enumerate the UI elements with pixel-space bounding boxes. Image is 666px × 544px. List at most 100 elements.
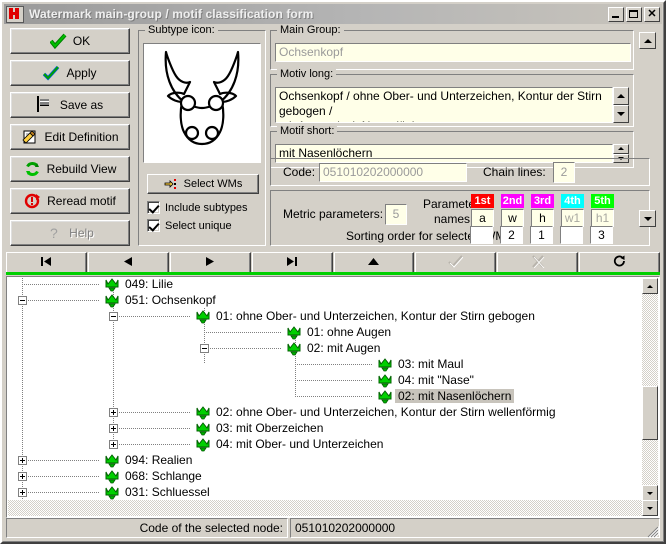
sort-order-3[interactable]: 1 — [530, 226, 553, 244]
sort-order-1[interactable] — [470, 226, 493, 244]
select-wms-button[interactable]: Select WMs — [147, 174, 259, 194]
watermark-crown-icon — [104, 452, 120, 468]
motiv-long-line-1: Ochsenkopf / ohne Ober- und Unterzeichen… — [279, 89, 602, 118]
scroll-up-button[interactable] — [642, 278, 658, 294]
motiv-long-scroll-down-button[interactable] — [613, 105, 629, 123]
apply-button[interactable]: Apply — [10, 60, 130, 86]
tree-node-label: 049: Lilie — [125, 278, 174, 291]
tree-node[interactable]: 068: Schlange — [104, 468, 205, 484]
title-bar: Watermark main-group / motif classificat… — [4, 4, 662, 24]
tree-node[interactable]: 04: mit "Nase" — [377, 372, 477, 388]
tree-node[interactable]: 031: Schluessel — [104, 484, 213, 500]
scroll-thumb[interactable] — [642, 386, 658, 440]
tree-expander-expand[interactable] — [18, 456, 27, 465]
chain-lines-input[interactable]: 2 — [553, 162, 575, 183]
select-unique-label: Select unique — [165, 219, 232, 232]
move-up-button[interactable] — [333, 252, 415, 274]
form-scroll-up-button[interactable] — [639, 32, 656, 49]
motiv-long-scroll-spinner[interactable] — [613, 87, 629, 123]
tree-node-label: 051: Ochsenkopf — [125, 293, 216, 307]
motif-short-up-button[interactable] — [613, 144, 629, 154]
scroll-down-button[interactable] — [642, 485, 658, 501]
tree-vertical-scrollbar[interactable] — [642, 278, 658, 501]
metric-parameters-input[interactable]: 5 — [385, 204, 407, 225]
tree-node-label: 02: mit Nasenlöchern — [395, 389, 515, 403]
watermark-crown-icon — [104, 278, 120, 292]
include-subtypes-label: Include subtypes — [165, 201, 248, 214]
motiv-long-line-2: mit Augen / mit Nasenlöchern — [279, 119, 609, 122]
resize-grip[interactable] — [646, 524, 660, 538]
param-name-4[interactable]: w1 — [561, 209, 584, 227]
tree-node[interactable]: 03: mit Oberzeichen — [195, 420, 326, 436]
edit-definition-button[interactable]: Edit Definition — [10, 124, 130, 150]
next-record-button[interactable] — [169, 252, 251, 274]
param-name-1[interactable]: a — [471, 209, 494, 227]
param-name-5[interactable]: h1 — [591, 209, 614, 227]
motif-short-caption: Motif short: — [277, 125, 338, 137]
code-input[interactable]: 051010202000000 — [319, 163, 467, 182]
watermark-crown-icon — [195, 420, 211, 436]
tree-node[interactable]: 01: ohne Ober- und Unterzeichen, Kontur … — [195, 308, 538, 324]
reread-motif-button[interactable]: Reread motif — [10, 188, 130, 214]
tree-node-selected[interactable]: 02: mit Nasenlöchern — [377, 388, 515, 404]
save-as-button[interactable]: Save as — [10, 92, 130, 118]
select-unique-checkbox-row[interactable]: Select unique — [147, 219, 232, 232]
tree-node[interactable]: 04: mit Ober- und Unterzeichen — [195, 436, 386, 452]
refresh-button[interactable] — [579, 252, 660, 274]
tree-horizontal-scrollbar[interactable] — [8, 500, 642, 516]
tree-expander-collapse[interactable] — [200, 344, 209, 353]
scroll-track-h[interactable] — [8, 500, 642, 516]
tree-expander-expand[interactable] — [109, 424, 118, 433]
last-record-icon — [285, 256, 299, 270]
tree-connector — [22, 278, 23, 501]
form-scroll-down-button[interactable] — [639, 210, 656, 227]
rebuild-view-button-label: Rebuild View — [46, 162, 117, 176]
scroll-down-corner-button[interactable] — [642, 500, 658, 516]
tree-expander-collapse[interactable] — [18, 296, 27, 305]
tree-node[interactable]: 02: ohne Ober- und Unterzeichen, Kontur … — [195, 404, 559, 420]
watermark-crown-icon — [286, 324, 302, 340]
tree-node[interactable]: 02: mit Augen — [286, 340, 383, 356]
motif-tree-view[interactable]: 049: Lilie 051: Ochsenkopf 01: ohne Ober… — [6, 276, 660, 518]
tree-node[interactable]: 094: Realien — [104, 452, 195, 468]
sort-order-2[interactable]: 2 — [500, 226, 523, 244]
main-group-input[interactable]: Ochsenkopf — [275, 43, 631, 62]
minimize-button[interactable] — [608, 6, 624, 22]
tree-connector — [113, 412, 191, 413]
tree-node[interactable]: 049: Lilie — [104, 278, 176, 292]
tree-node[interactable]: 051: Ochsenkopf — [104, 292, 219, 308]
tree-expander-expand[interactable] — [109, 408, 118, 417]
sort-order-5[interactable]: 3 — [590, 226, 613, 244]
parameter-ordinal-header-row: 1st 2nd 3rd 4th 5th — [471, 194, 614, 208]
save-as-icon — [36, 96, 54, 113]
select-unique-checkbox[interactable] — [147, 219, 160, 232]
reread-motif-button-label: Reread motif — [47, 194, 116, 208]
tree-expander-expand[interactable] — [109, 440, 118, 449]
param-ordinal-4th: 4th — [561, 194, 584, 208]
close-button[interactable]: ✕ — [644, 6, 660, 22]
param-name-2[interactable]: w — [501, 209, 524, 227]
include-subtypes-checkbox[interactable] — [147, 201, 160, 214]
tree-connector — [113, 444, 191, 445]
motiv-long-textarea[interactable]: Ochsenkopf / ohne Ober- und Unterzeichen… — [275, 87, 613, 123]
tree-node[interactable]: 01: ohne Augen — [286, 324, 394, 340]
tree-expander-collapse[interactable] — [109, 312, 118, 321]
param-ordinal-1st: 1st — [471, 194, 494, 208]
last-record-button[interactable] — [251, 252, 333, 274]
tree-expander-expand[interactable] — [18, 472, 27, 481]
motiv-long-scroll-up-button[interactable] — [613, 87, 629, 105]
prior-record-button[interactable] — [87, 252, 169, 274]
rebuild-view-button[interactable]: Rebuild View — [10, 156, 130, 182]
param-name-3[interactable]: h — [531, 209, 554, 227]
sort-order-4[interactable] — [560, 226, 583, 244]
tree-expander-expand[interactable] — [18, 488, 27, 497]
first-record-icon — [39, 256, 53, 270]
title-bar-buttons: ✕ — [608, 6, 660, 22]
watermark-crown-icon — [104, 484, 120, 500]
check-icon — [43, 65, 60, 81]
first-record-button[interactable] — [6, 252, 87, 274]
include-subtypes-checkbox-row[interactable]: Include subtypes — [147, 201, 248, 214]
maximize-button[interactable] — [626, 6, 642, 22]
ok-button[interactable]: OK — [10, 28, 130, 54]
tree-node[interactable]: 03: mit Maul — [377, 356, 466, 372]
